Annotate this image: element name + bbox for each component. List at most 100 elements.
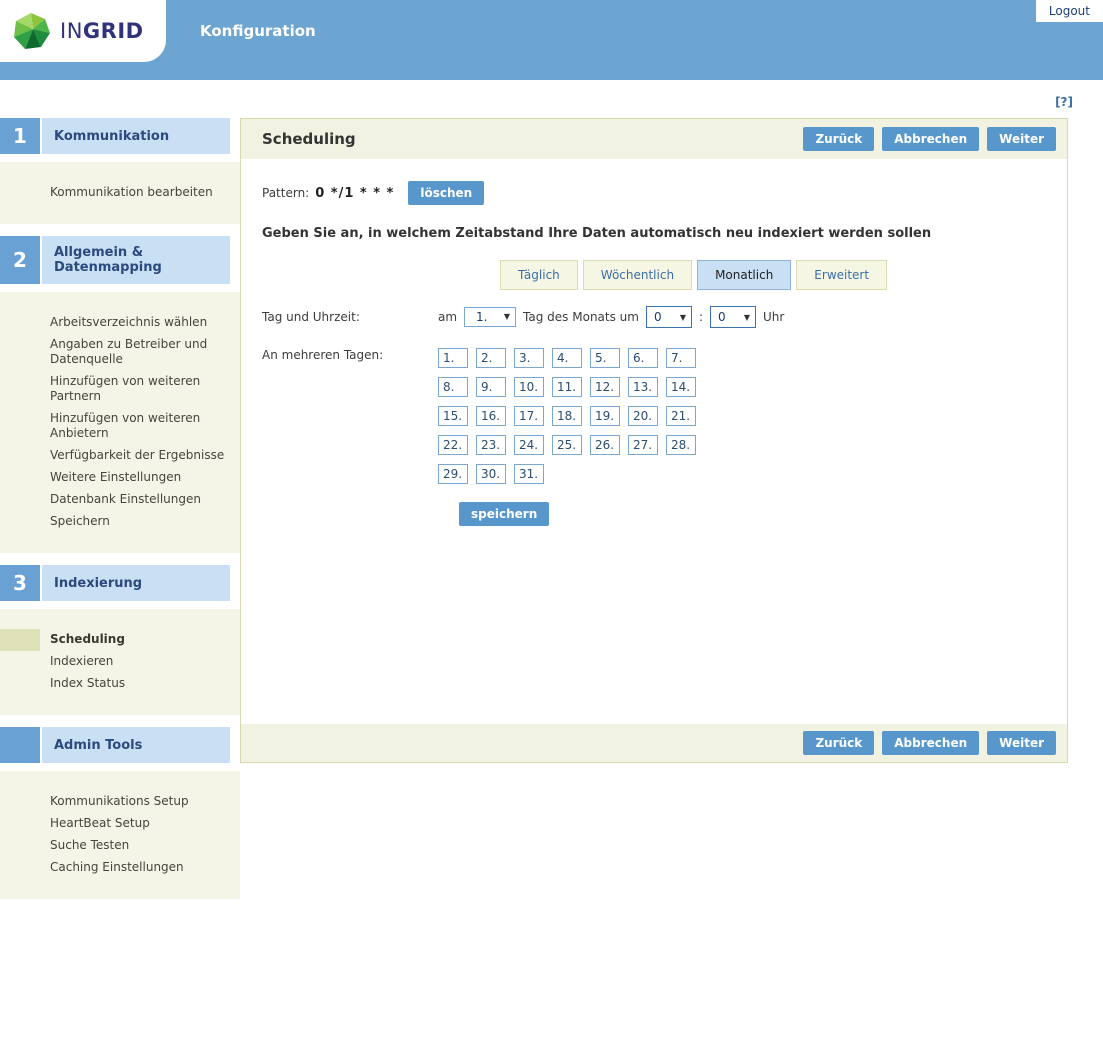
day-toggle-18[interactable]: 18. [552, 406, 582, 426]
sidebar-item-hinzufugen-von-weiteren-anbietern[interactable]: Hinzufügen von weiteren Anbietern [0, 408, 240, 445]
day-toggle-3[interactable]: 3. [514, 348, 544, 368]
day-toggle-11[interactable]: 11. [552, 377, 582, 397]
cancel-button-top[interactable]: Abbrechen [882, 127, 979, 151]
day-toggle-22[interactable]: 22. [438, 435, 468, 455]
day-toggle-14[interactable]: 14. [666, 377, 696, 397]
day-toggle-21[interactable]: 21. [666, 406, 696, 426]
day-toggle-25[interactable]: 25. [552, 435, 582, 455]
uhr-text: Uhr [763, 310, 784, 324]
brand-suffix: GRID [83, 19, 144, 43]
sidebar-item-speichern[interactable]: Speichern [0, 511, 240, 533]
day-toggle-2[interactable]: 2. [476, 348, 506, 368]
ingrid-gem-icon [11, 11, 51, 51]
save-button[interactable]: speichern [459, 502, 549, 526]
sidebar-item-label: HeartBeat Setup [50, 816, 150, 830]
sidebar-item-index-status[interactable]: Index Status [0, 673, 240, 695]
sidebar-item-label: Caching Einstellungen [50, 860, 184, 874]
active-item-marker [0, 629, 40, 651]
logout-button[interactable]: Logout [1036, 0, 1103, 22]
day-of-month-select-wrap: 1. ▼ [464, 307, 516, 327]
ingrid-logo[interactable]: INGRID [0, 0, 166, 62]
day-toggle-5[interactable]: 5. [590, 348, 620, 368]
sidebar-item-hinzufugen-von-weiteren-partnern[interactable]: Hinzufügen von weiteren Partnern [0, 371, 240, 408]
day-toggle-28[interactable]: 28. [666, 435, 696, 455]
tab-monthly[interactable]: Monatlich [697, 260, 791, 290]
between-text: Tag des Monats um [523, 310, 639, 324]
day-toggle-29[interactable]: 29. [438, 464, 468, 484]
day-toggle-4[interactable]: 4. [552, 348, 582, 368]
tab-advanced[interactable]: Erweitert [796, 260, 887, 290]
sidebar-item-label: Index Status [50, 676, 125, 690]
day-toggle-15[interactable]: 15. [438, 406, 468, 426]
section-items: Kommunikations Setup HeartBeat Setup Suche… [0, 771, 240, 899]
delete-pattern-button[interactable]: löschen [408, 181, 484, 205]
sidebar-item-heartbeat-setup[interactable]: HeartBeat Setup [0, 813, 240, 835]
back-button-top[interactable]: Zurück [803, 127, 874, 151]
dropdown-arrow-icon: ▼ [744, 313, 755, 322]
back-button-bottom[interactable]: Zurück [803, 731, 874, 755]
day-toggle-8[interactable]: 8. [438, 377, 468, 397]
sidebar-item-label: Hinzufügen von weiteren Anbietern [50, 411, 200, 440]
sidebar-item-kommunikation-bearbeiten[interactable]: Kommunikation bearbeiten [0, 182, 240, 204]
sidebar-item-caching-einstellungen[interactable]: Caching Einstellungen [0, 857, 240, 879]
day-toggle-16[interactable]: 16. [476, 406, 506, 426]
next-button-top[interactable]: Weiter [987, 127, 1056, 151]
day-toggle-10[interactable]: 10. [514, 377, 544, 397]
day-toggle-26[interactable]: 26. [590, 435, 620, 455]
day-toggle-24[interactable]: 24. [514, 435, 544, 455]
day-toggle-27[interactable]: 27. [628, 435, 658, 455]
day-toggle-9[interactable]: 9. [476, 377, 506, 397]
section-number-badge: 2 [0, 236, 40, 284]
sidebar: 1KommunikationKommunikation bearbeiten2A… [0, 118, 240, 899]
sidebar-item-label: Speichern [50, 514, 110, 528]
content-panel: Scheduling ZurückAbbrechenWeiter Pattern… [240, 118, 1068, 763]
sidebar-item-suche-testen[interactable]: Suche Testen [0, 835, 240, 857]
help-link[interactable]: [?] [1055, 95, 1073, 109]
day-toggle-7[interactable]: 7. [666, 348, 696, 368]
sidebar-item-label: Datenbank Einstellungen [50, 492, 201, 506]
sidebar-section-allgemein-datenmapping: 2Allgemein & Datenmapping [0, 236, 240, 284]
brand-prefix: IN [60, 19, 83, 43]
next-button-bottom[interactable]: Weiter [987, 731, 1056, 755]
hour-select[interactable]: 0 [647, 307, 680, 327]
multi-days-row: An mehreren Tagen: 1.2.3.4.5.6.7.8.9.10.… [241, 344, 1067, 484]
day-of-month-select[interactable]: 1. [469, 307, 504, 327]
day-toggle-13[interactable]: 13. [628, 377, 658, 397]
sidebar-item-indexieren[interactable]: Indexieren [0, 651, 240, 673]
am-text: am [438, 310, 457, 324]
sidebar-section-kommunikation: 1Kommunikation [0, 118, 240, 154]
tab-daily[interactable]: Täglich [500, 260, 578, 290]
page-title: Konfiguration [200, 22, 316, 40]
day-toggle-23[interactable]: 23. [476, 435, 506, 455]
sidebar-item-label: Verfügbarkeit der Ergebnisse [50, 448, 224, 462]
day-toggle-6[interactable]: 6. [628, 348, 658, 368]
day-toggle-12[interactable]: 12. [590, 377, 620, 397]
sidebar-item-angaben-zu-betreiber-und-datenquelle[interactable]: Angaben zu Betreiber und Datenquelle [0, 334, 240, 371]
sidebar-item-arbeitsverzeichnis-wahlen[interactable]: Arbeitsverzeichnis wählen [0, 312, 240, 334]
sidebar-item-label: Suche Testen [50, 838, 129, 852]
sidebar-item-verfugbarkeit-der-ergebnisse[interactable]: Verfügbarkeit der Ergebnisse [0, 445, 240, 467]
section-title: Admin Tools [42, 727, 230, 763]
day-toggle-31[interactable]: 31. [514, 464, 544, 484]
sidebar-item-label: Kommunikation bearbeiten [50, 185, 213, 199]
pattern-row: Pattern: 0 */1 * * * löschen [241, 159, 1067, 205]
day-toggle-1[interactable]: 1. [438, 348, 468, 368]
cancel-button-bottom[interactable]: Abbrechen [882, 731, 979, 755]
day-toggle-19[interactable]: 19. [590, 406, 620, 426]
day-toggle-20[interactable]: 20. [628, 406, 658, 426]
app-header: INGRID Konfiguration Logout [0, 0, 1103, 80]
sidebar-item-label: Kommunikations Setup [50, 794, 189, 808]
pattern-label: Pattern: [262, 186, 309, 200]
sidebar-item-weitere-einstellungen[interactable]: Weitere Einstellungen [0, 467, 240, 489]
day-grid: 1. 2. 3. 4. 5. 6. 7. 8. 9. 10. 11. 12. 13. 14. 15. 16. 1… [438, 348, 704, 484]
section-items: Kommunikation bearbeiten [0, 162, 240, 224]
nav-buttons-bottom: Zurück Abbrechen Weiter [803, 731, 1056, 755]
tab-weekly[interactable]: Wöchentlich [583, 260, 692, 290]
sidebar-item-scheduling[interactable]: Scheduling [0, 629, 240, 651]
day-toggle-30[interactable]: 30. [476, 464, 506, 484]
minute-select[interactable]: 0 [711, 307, 744, 327]
sidebar-item-label: Weitere Einstellungen [50, 470, 181, 484]
day-toggle-17[interactable]: 17. [514, 406, 544, 426]
sidebar-item-kommunikations-setup[interactable]: Kommunikations Setup [0, 791, 240, 813]
sidebar-item-datenbank-einstellungen[interactable]: Datenbank Einstellungen [0, 489, 240, 511]
